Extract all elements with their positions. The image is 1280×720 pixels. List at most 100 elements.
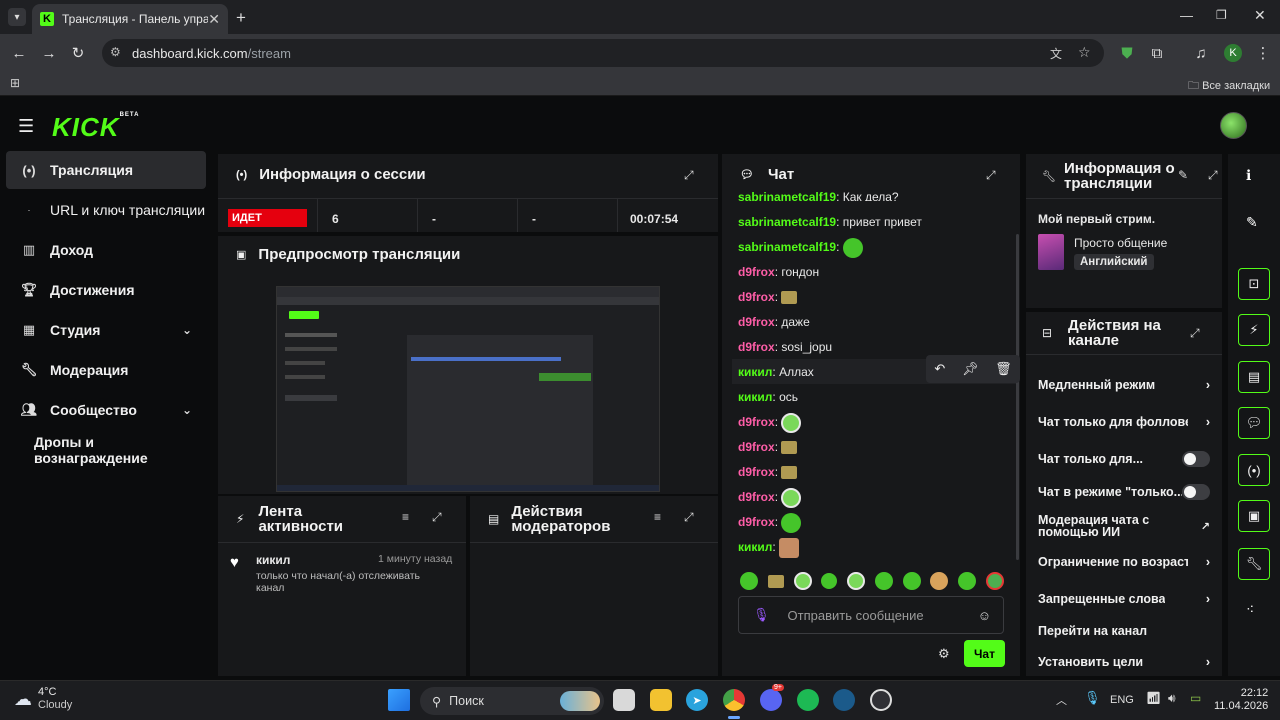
chat-only-for-row[interactable]: Чат только для... (1038, 451, 1210, 467)
sidebar-item-moderation[interactable]: 🔧︎ Модерация (6, 351, 206, 389)
chat-username[interactable]: кикил (738, 365, 772, 379)
chat-username[interactable]: sabrinametcalf19 (738, 215, 836, 229)
chat-message[interactable]: d9frox: (738, 465, 798, 480)
age-restriction-row[interactable]: Ограничение по возрасту › (1038, 555, 1210, 569)
media-control-icon[interactable]: ♫ (1190, 42, 1212, 64)
chat-message[interactable]: d9frox: даже (738, 315, 810, 329)
obs-icon[interactable] (870, 689, 892, 711)
extension-shield-icon[interactable]: ⛊ (1116, 42, 1138, 64)
address-bar[interactable]: ⚙ dashboard.kick.com/stream 文 ☆ (102, 39, 1104, 67)
user-avatar[interactable] (1220, 112, 1247, 139)
chat-username[interactable]: d9frox (738, 440, 775, 454)
rail-preview-button[interactable]: ▣ (1238, 500, 1270, 532)
pin-icon[interactable]: 📌︎ (962, 361, 979, 377)
edit-pencil-icon[interactable]: ✎ (1178, 168, 1188, 182)
extensions-icon[interactable]: ⧉ (1146, 42, 1168, 64)
chat-message[interactable]: d9frox: (738, 290, 798, 305)
chat-mode-only-row[interactable]: Чат в режиме "только... (1038, 484, 1210, 500)
chat-username[interactable]: d9frox (738, 465, 775, 479)
browser-menu-icon[interactable]: ⋮ (1252, 42, 1274, 64)
close-tab-icon[interactable]: ✕ (208, 11, 220, 28)
emote-icon[interactable] (874, 572, 893, 590)
clock[interactable]: 22:12 11.04.2026 (1214, 687, 1268, 713)
chat-message[interactable]: d9frox: (738, 440, 798, 455)
sidebar-item-income[interactable]: ▥ Доход (6, 231, 206, 269)
emote-icon[interactable] (821, 573, 838, 589)
kick-logo[interactable]: KICKBETA (52, 112, 139, 143)
site-info-icon[interactable]: ⚙ (110, 45, 121, 59)
emote-icon[interactable] (902, 572, 921, 590)
sidebar-item-achievements[interactable]: 🏆︎ Достижения (6, 271, 206, 309)
apps-grid-icon[interactable]: ⊞ (10, 76, 20, 90)
browser-tab[interactable]: K Трансляция - Панель управле ✕ (32, 4, 228, 34)
emote-icon[interactable] (767, 574, 784, 588)
expand-icon[interactable]: ⤢ (684, 510, 694, 525)
maximize-button[interactable]: ❐ (1216, 8, 1227, 22)
chat-username[interactable]: d9frox (738, 290, 775, 304)
chat-username[interactable]: sabrinametcalf19 (738, 191, 836, 201)
battery-icon[interactable]: ▭ (1190, 691, 1201, 705)
go-to-channel-row[interactable]: Перейти на канал (1038, 624, 1210, 638)
rail-document-button[interactable]: ▤ (1238, 361, 1270, 393)
activity-user[interactable]: кикил (256, 553, 290, 567)
input-language[interactable]: ENG (1110, 694, 1134, 706)
emote-icon[interactable] (740, 572, 758, 590)
taskbar-search[interactable]: ⚲ Поиск (420, 687, 604, 715)
telegram-icon[interactable]: ➤ (686, 689, 708, 711)
discord-icon[interactable]: 9+ (760, 684, 784, 711)
filter-icon[interactable]: ≡ (402, 510, 409, 524)
chat-message[interactable]: d9frox: (738, 488, 802, 508)
chat-message[interactable]: d9frox: (738, 413, 802, 433)
task-view-icon[interactable] (613, 689, 635, 711)
chat-settings-icon[interactable]: ⚙ (938, 646, 950, 662)
microphone-tray-icon[interactable]: 🎙︎ (1084, 690, 1101, 706)
chat-message[interactable]: d9frox: (738, 513, 802, 533)
expand-icon[interactable]: ⤢ (684, 168, 694, 183)
sidebar-item-community[interactable]: 👥︎ Сообщество ⌄ (6, 391, 206, 429)
chat-message[interactable]: sabrinametcalf19: (738, 238, 863, 258)
sidebar-item-broadcast[interactable]: (•) Трансляция (6, 151, 206, 189)
wifi-icon[interactable]: 📶︎ (1146, 691, 1161, 705)
chat-input[interactable]: 🎙︎ Отправить сообщение ☺ (738, 596, 1004, 634)
ai-moderation-row[interactable]: Модерация чата с помощью ИИ ↗ (1038, 514, 1210, 538)
chat-username[interactable]: d9frox (738, 490, 775, 504)
chat-username[interactable]: d9frox (738, 265, 775, 279)
file-explorer-icon[interactable] (650, 689, 672, 711)
slow-mode-row[interactable]: Медленный режим › (1038, 378, 1210, 392)
forward-icon[interactable]: → (38, 42, 60, 64)
sidebar-item-url-key[interactable]: · URL и ключ трансляции (6, 191, 206, 229)
emote-icon[interactable] (958, 572, 977, 590)
chat-message[interactable]: d9frox: гондон (738, 265, 819, 279)
weather-widget[interactable]: ☁ 4°C Cloudy (14, 686, 72, 712)
emoji-icon[interactable]: ☺ (978, 608, 991, 623)
hamburger-menu-icon[interactable]: ☰ (18, 116, 34, 137)
translate-icon[interactable]: 文 (1050, 45, 1062, 62)
filter-icon[interactable]: ≡ (654, 510, 661, 524)
reply-icon[interactable]: ↶ (934, 361, 945, 377)
all-bookmarks[interactable]: 🗀 Все закладки (1188, 77, 1270, 96)
chrome-icon[interactable] (723, 689, 745, 711)
reload-icon[interactable]: ↻ (67, 42, 89, 64)
info-icon[interactable]: ℹ (1246, 167, 1251, 184)
expand-icon[interactable]: ⤢ (432, 510, 442, 525)
emote-icon[interactable] (847, 572, 866, 590)
back-icon[interactable]: ← (8, 42, 30, 64)
new-tab-button[interactable]: + (236, 8, 246, 28)
chat-message[interactable]: кикил: Аллах (738, 365, 814, 379)
close-window-button[interactable]: ✕ (1254, 7, 1266, 24)
chat-username[interactable]: d9frox (738, 515, 775, 529)
chat-message[interactable]: sabrinametcalf19: Как дела? (738, 191, 899, 201)
expand-icon[interactable]: ⤢ (986, 168, 996, 183)
chat-username[interactable]: d9frox (738, 315, 775, 329)
chat-message[interactable]: кикил: (738, 538, 800, 558)
emote-icon[interactable] (930, 572, 949, 590)
chat-username[interactable]: d9frox (738, 415, 775, 429)
send-chat-button[interactable]: Чат (964, 640, 1005, 667)
category-name[interactable]: Просто общение (1074, 236, 1167, 250)
minimize-button[interactable]: — (1180, 8, 1193, 23)
rail-chat-button[interactable]: 💬︎ (1238, 407, 1270, 439)
chat-username[interactable]: d9frox (738, 340, 775, 354)
edit-icon[interactable]: ✎ (1246, 214, 1258, 231)
chat-message[interactable]: sabrinametcalf19: привет привет (738, 215, 922, 229)
emote-icon[interactable] (985, 572, 1004, 590)
